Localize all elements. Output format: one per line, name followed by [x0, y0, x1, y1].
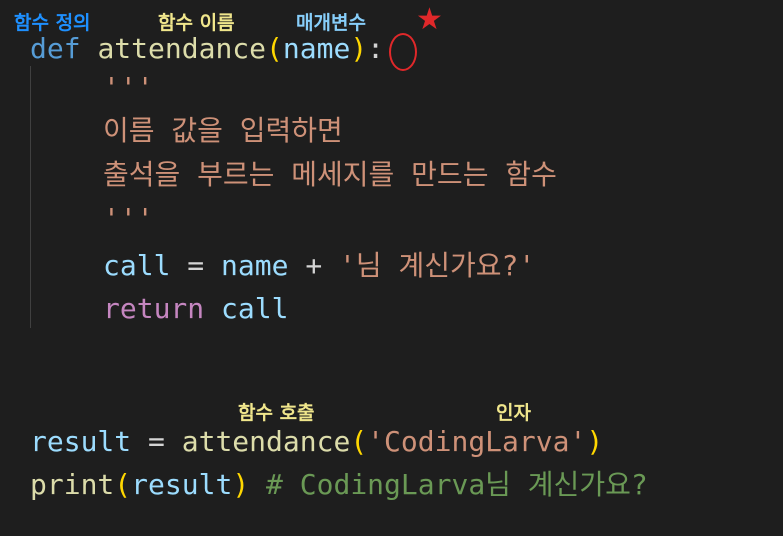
- annotation-param: 매개변수: [296, 12, 366, 34]
- indent-guide: [30, 66, 31, 328]
- docstring-line-2[interactable]: 출석을 부르는 메세지를 만드는 함수: [103, 159, 557, 191]
- variable-call: call: [103, 249, 171, 282]
- paren-open: (: [114, 468, 132, 501]
- annotation-func-call: 함수 호출: [238, 402, 315, 424]
- annotation-func-name: 함수 이름: [158, 12, 235, 34]
- annotation-func-def: 함수 정의: [14, 12, 91, 34]
- operator-plus: +: [305, 249, 323, 282]
- code-line-9[interactable]: print(result) # CodingLarva님 계신가요?: [30, 469, 648, 501]
- paren-open: (: [350, 425, 368, 458]
- operator-assign: =: [187, 249, 205, 282]
- star-icon: ★: [416, 2, 443, 37]
- code-line-8[interactable]: result = attendance('CodingLarva'): [30, 426, 603, 458]
- paren-close: ): [232, 468, 250, 501]
- string-literal: '님 계신가요?': [339, 249, 536, 282]
- docstring-open[interactable]: ''': [103, 72, 154, 104]
- argument-result: result: [131, 468, 233, 501]
- paren-close: ): [350, 32, 368, 65]
- variable-call: call: [221, 292, 289, 325]
- colon-highlight-circle: [389, 33, 417, 71]
- parameter-name: name: [282, 32, 351, 65]
- keyword-def: def: [30, 32, 81, 65]
- operator-assign: =: [148, 425, 165, 458]
- argument-string: 'CodingLarva': [367, 425, 587, 458]
- paren-close: ): [586, 425, 604, 458]
- function-name: attendance: [97, 32, 267, 65]
- code-comment: # CodingLarva님 계신가요?: [266, 468, 648, 501]
- colon: :: [367, 32, 385, 65]
- keyword-return: return: [103, 292, 205, 325]
- code-line-6[interactable]: call = name + '님 계신가요?': [103, 250, 535, 282]
- variable-result: result: [30, 425, 132, 458]
- function-call-name: attendance: [181, 425, 351, 458]
- paren-open: (: [266, 32, 283, 65]
- code-line-7[interactable]: return call: [103, 293, 288, 325]
- print-function: print: [30, 468, 115, 501]
- variable-name: name: [221, 249, 289, 282]
- docstring-line-1[interactable]: 이름 값을 입력하면: [103, 115, 343, 147]
- code-editor[interactable]: 함수 정의 함수 이름 매개변수 ★ def attendance(name):…: [0, 0, 783, 536]
- code-line-1[interactable]: def attendance(name):: [30, 33, 384, 65]
- annotation-arg: 인자: [496, 402, 531, 424]
- docstring-close[interactable]: ''': [103, 203, 154, 235]
